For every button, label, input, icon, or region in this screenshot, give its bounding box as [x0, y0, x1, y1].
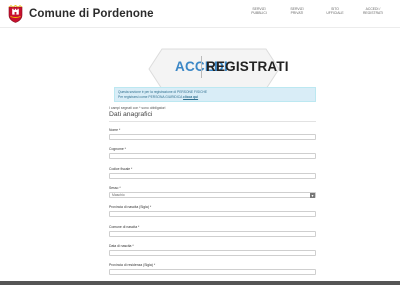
nav-item-servizi-pubblici[interactable]: SERVIZI PUBBLICI: [240, 7, 278, 15]
section-title: Dati anagrafici: [109, 111, 153, 118]
site-header: Comune di Pordenone SERVIZI PUBBLICI SER…: [0, 0, 400, 28]
info-notice: Questa sezione è per la registrazione di…: [114, 87, 316, 102]
coat-of-arms-icon[interactable]: [8, 5, 23, 23]
provincia-residenza-label: Provincia di residenza (Sigla) *: [109, 263, 156, 267]
data-nascita-input[interactable]: [109, 250, 316, 256]
provincia-nascita-label: Provincia di nascita (Sigla) *: [109, 205, 152, 209]
nav-item-label: PRIVATI: [290, 11, 304, 16]
nav-item-label: REGISTRATI: [362, 11, 384, 16]
cognome-label: Cognome *: [109, 147, 126, 151]
codice-fiscale-label: Codice fiscale *: [109, 167, 133, 171]
notice-text-line2: Per registrarsi come PERSONA GIURIDICA c…: [118, 95, 312, 100]
site-title[interactable]: Comune di Pordenone: [29, 8, 154, 20]
comune-nascita-label: Comune di nascita *: [109, 225, 140, 229]
divider: [109, 121, 316, 122]
auth-divider: [201, 56, 202, 78]
comune-nascita-input[interactable]: [109, 231, 316, 237]
data-nascita-label: Data di nascita *: [109, 244, 134, 248]
nav-item-sito-ufficiale[interactable]: SITO UFFICIALE: [316, 7, 354, 15]
bottom-bar: [0, 281, 400, 285]
nav-item-servizi-privati[interactable]: SERVIZI PRIVATI: [278, 7, 316, 15]
auth-switcher: ACCEDI REGISTRATI: [148, 46, 289, 92]
nav-item-accedi-registrati[interactable]: ACCEDI / REGISTRATI: [354, 7, 392, 15]
provincia-residenza-input[interactable]: [109, 269, 316, 275]
sesso-select[interactable]: Maschio ▾: [109, 192, 316, 198]
sesso-select-value: Maschio: [112, 193, 125, 197]
nome-label: Nome *: [109, 128, 121, 132]
legal-person-link[interactable]: clicca qui: [183, 95, 198, 99]
nome-input[interactable]: [109, 134, 316, 140]
nav-item-label: PUBBLICI: [251, 11, 267, 16]
sesso-label: Sesso *: [109, 186, 121, 190]
cognome-input[interactable]: [109, 153, 316, 159]
main-nav: SERVIZI PUBBLICI SERVIZI PRIVATI SITO UF…: [240, 7, 392, 15]
required-fields-note: I campi segnati con * sono obbligatori: [109, 106, 166, 110]
codice-fiscale-input[interactable]: [109, 173, 316, 179]
provincia-nascita-input[interactable]: [109, 211, 316, 217]
notice-text-prefix: Per registrarsi come PERSONA GIURIDICA: [118, 94, 183, 99]
chevron-down-icon[interactable]: ▾: [310, 193, 315, 198]
nav-item-label: UFFICIALE: [326, 11, 344, 16]
register-button[interactable]: REGISTRATI: [206, 59, 289, 74]
